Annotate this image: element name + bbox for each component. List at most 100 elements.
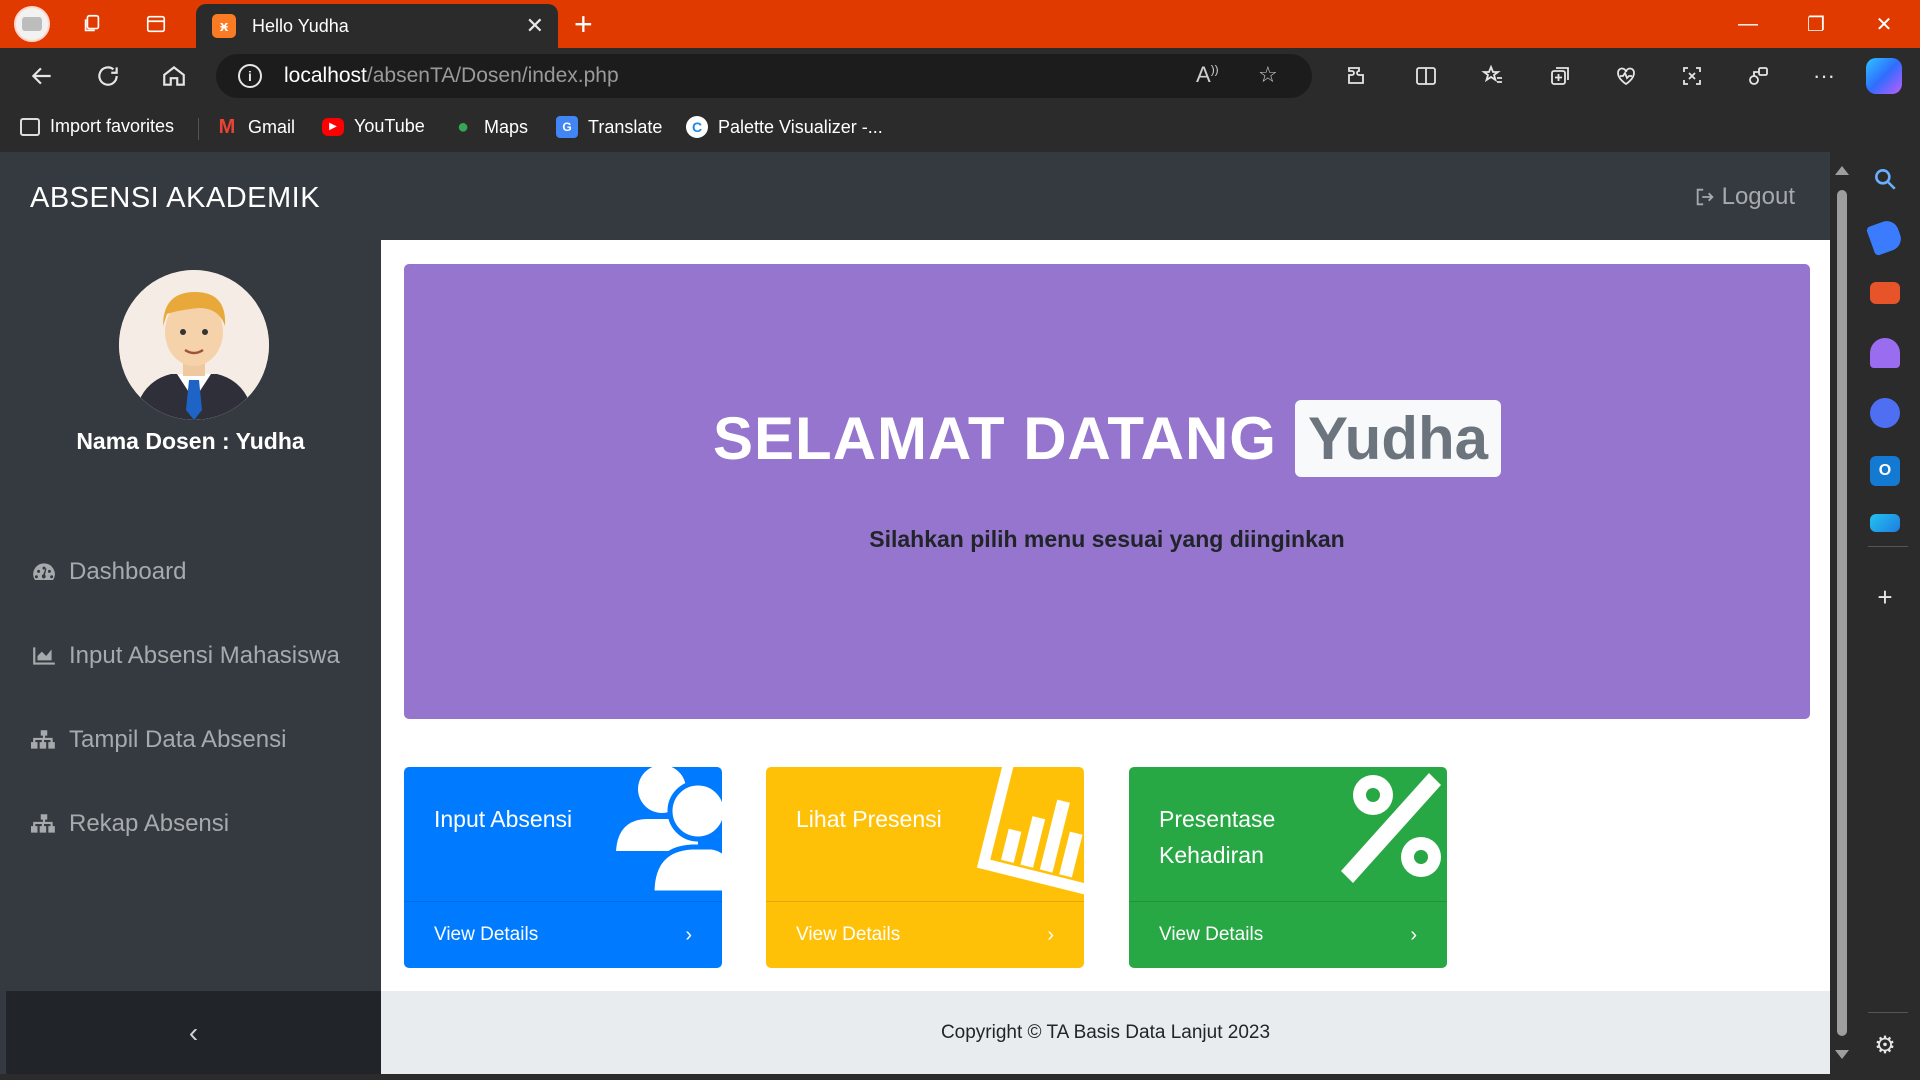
tab-actions-icon[interactable] bbox=[140, 8, 172, 40]
translate-icon: G bbox=[556, 116, 578, 138]
bookmark-translate[interactable]: G Translate bbox=[556, 116, 662, 138]
sidebar: Nama Dosen : Yudha Dashboard Input Absen… bbox=[0, 240, 381, 1074]
games-icon[interactable] bbox=[1870, 338, 1900, 368]
scrollbar-thumb[interactable] bbox=[1837, 190, 1847, 1036]
scroll-up-arrow[interactable] bbox=[1835, 166, 1849, 175]
favorites-icon[interactable] bbox=[1477, 60, 1509, 92]
app-brand[interactable]: ABSENSI AKADEMIK bbox=[30, 182, 320, 215]
tools-icon[interactable] bbox=[1870, 282, 1900, 304]
youtube-icon: ▶ bbox=[322, 117, 344, 136]
add-icon[interactable]: + bbox=[1870, 582, 1900, 612]
close-window-button[interactable]: ✕ bbox=[1856, 6, 1912, 42]
split-screen-icon[interactable] bbox=[1410, 60, 1442, 92]
sidebar-item-label: Tampil Data Absensi bbox=[69, 726, 287, 753]
bookmark-import-favorites[interactable]: Import favorites bbox=[20, 116, 174, 137]
sidebar-divider bbox=[1868, 546, 1908, 547]
bookmark-palette-visualizer[interactable]: C Palette Visualizer -... bbox=[686, 116, 883, 138]
screenshot-icon[interactable] bbox=[1676, 60, 1708, 92]
scroll-down-arrow[interactable] bbox=[1835, 1050, 1849, 1059]
chevron-right-icon: › bbox=[685, 923, 692, 946]
copilot-icon[interactable] bbox=[1866, 58, 1902, 94]
more-menu-icon[interactable]: ··· bbox=[1808, 60, 1840, 92]
welcome-name-badge: Yudha bbox=[1294, 400, 1501, 477]
card-footer-link[interactable]: View Details › bbox=[1129, 901, 1447, 968]
bookmark-label: YouTube bbox=[354, 116, 425, 136]
restore-button[interactable]: ❐ bbox=[1788, 6, 1844, 42]
outlook-icon[interactable]: O bbox=[1870, 456, 1900, 486]
logout-link[interactable]: Logout bbox=[1694, 183, 1795, 211]
web-page: ABSENSI AKADEMIK Logout Nama Dosen : Yud… bbox=[0, 152, 1830, 1074]
back-button[interactable] bbox=[24, 58, 60, 94]
browser-essentials-icon[interactable] bbox=[1610, 60, 1642, 92]
minimize-button[interactable]: — bbox=[1720, 6, 1776, 42]
profile-avatar[interactable] bbox=[14, 6, 50, 42]
bookmark-separator bbox=[198, 118, 199, 140]
card-footer-link[interactable]: View Details › bbox=[766, 901, 1084, 968]
card-title: Lihat Presensi bbox=[796, 806, 942, 832]
collections-icon[interactable] bbox=[1544, 60, 1576, 92]
sitemap-icon bbox=[31, 814, 55, 833]
sidebar-divider bbox=[1868, 1012, 1908, 1013]
bookmark-gmail[interactable]: M Gmail bbox=[216, 116, 295, 138]
microsoft-365-icon[interactable] bbox=[1870, 398, 1900, 428]
read-aloud-icon[interactable]: A)) bbox=[1196, 62, 1219, 88]
sidebar-item-tampil-data-absensi[interactable]: Tampil Data Absensi bbox=[31, 726, 286, 754]
view-details-label: View Details bbox=[434, 924, 539, 945]
avatar bbox=[119, 270, 269, 420]
sign-out-icon bbox=[1696, 188, 1714, 206]
view-details-label: View Details bbox=[1159, 924, 1264, 945]
drop-icon[interactable] bbox=[1870, 514, 1900, 532]
logout-label: Logout bbox=[1721, 183, 1795, 210]
app-top-navbar: ABSENSI AKADEMIK Logout bbox=[0, 152, 1830, 240]
card-title: Input Absensi bbox=[434, 806, 573, 832]
bookmark-label: Maps bbox=[484, 116, 529, 137]
search-icon[interactable] bbox=[1870, 164, 1900, 194]
sidebar-item-label: Rekap Absensi bbox=[69, 810, 230, 837]
tab-hello-yudha[interactable]: ӿ Hello Yudha ✕ bbox=[196, 4, 558, 48]
extensions-icon[interactable] bbox=[1340, 60, 1372, 92]
bookmarks-bar: Import favorites M Gmail ▶ YouTube ● Map… bbox=[0, 104, 1920, 152]
sidebar-toggle-button[interactable]: ‹ bbox=[6, 991, 381, 1074]
bookmark-label: Gmail bbox=[248, 116, 296, 137]
welcome-heading: SELAMAT DATANG Yudha bbox=[404, 400, 1810, 477]
tab-title: Hello Yudha bbox=[252, 15, 349, 36]
palette-icon: C bbox=[686, 116, 708, 138]
card-footer-link[interactable]: View Details › bbox=[404, 901, 722, 968]
chevron-left-icon: ‹ bbox=[188, 1016, 199, 1048]
bookmark-maps[interactable]: ● Maps bbox=[452, 116, 528, 138]
new-tab-button[interactable]: + bbox=[574, 6, 593, 42]
workspaces-icon[interactable] bbox=[76, 8, 108, 40]
sidebar-item-rekap-absensi[interactable]: Rekap Absensi bbox=[31, 810, 229, 838]
bookmark-label: Import favorites bbox=[50, 116, 175, 136]
sidebar-item-label: Dashboard bbox=[69, 558, 187, 585]
bookmark-label: Palette Visualizer -... bbox=[718, 116, 883, 137]
home-button[interactable] bbox=[156, 58, 192, 94]
card-title: Presentase Kehadiran bbox=[1159, 806, 1276, 868]
copyright-text: Copyright © TA Basis Data Lanjut 2023 bbox=[940, 1021, 1271, 1043]
sidebar-item-input-absensi-mahasiswa[interactable]: Input Absensi Mahasiswa bbox=[31, 642, 340, 670]
close-tab-icon[interactable]: ✕ bbox=[526, 15, 544, 37]
bar-chart-icon bbox=[976, 767, 1084, 895]
refresh-button[interactable] bbox=[90, 58, 126, 94]
welcome-title: SELAMAT DATANG bbox=[713, 405, 1277, 472]
site-info-icon[interactable]: i bbox=[238, 64, 262, 88]
card-presentase-kehadiran[interactable]: Presentase Kehadiran View Details › bbox=[1129, 767, 1447, 968]
page-scrollbar[interactable] bbox=[1830, 152, 1852, 1080]
card-input-absensi[interactable]: Input Absensi View Details › bbox=[404, 767, 722, 968]
shopping-tag-icon[interactable] bbox=[1865, 217, 1905, 257]
card-lihat-presensi[interactable]: Lihat Presensi View Details › bbox=[766, 767, 1084, 968]
address-bar[interactable]: i localhost/absenTA/Dosen/index.php A)) … bbox=[216, 54, 1312, 98]
chevron-right-icon: › bbox=[1410, 923, 1417, 946]
browser-toolbar: i localhost/absenTA/Dosen/index.php A)) … bbox=[0, 48, 1920, 104]
percent-icon bbox=[1341, 773, 1441, 883]
url-text: localhost/absenTA/Dosen/index.php bbox=[284, 64, 619, 87]
gear-icon[interactable]: ⚙ bbox=[1870, 1030, 1900, 1060]
workspace-share-icon[interactable] bbox=[1742, 60, 1774, 92]
chevron-right-icon: › bbox=[1047, 923, 1054, 946]
bookmark-youtube[interactable]: ▶ YouTube bbox=[322, 116, 425, 137]
users-icon bbox=[616, 767, 722, 896]
favorite-star-icon[interactable]: ☆ bbox=[1258, 62, 1278, 88]
sitemap-icon bbox=[31, 730, 55, 749]
dosen-name: Nama Dosen : Yudha bbox=[76, 428, 305, 454]
sidebar-item-dashboard[interactable]: Dashboard bbox=[31, 558, 186, 586]
